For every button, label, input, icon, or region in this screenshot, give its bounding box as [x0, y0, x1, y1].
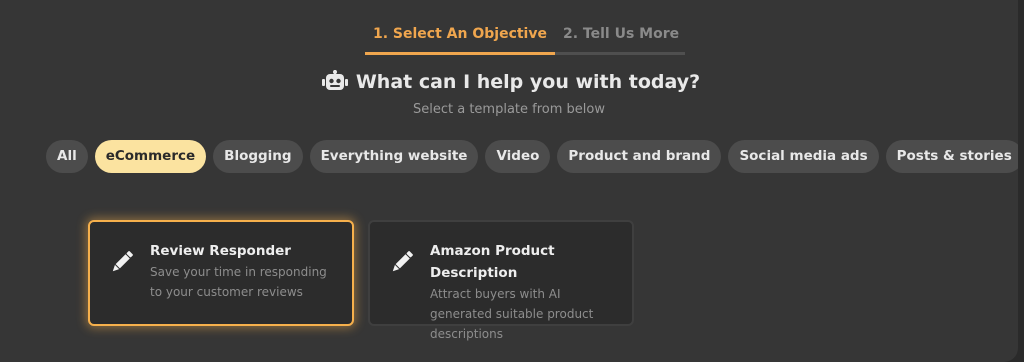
- title-row: What can I help you with today?: [321, 70, 701, 94]
- card-description: Attract buyers with AI generated suitabl…: [430, 287, 594, 341]
- filter-all[interactable]: All: [46, 140, 88, 173]
- card-text: Amazon Product Description Attract buyer…: [430, 240, 618, 344]
- filter-blogging[interactable]: Blogging: [213, 140, 303, 173]
- card-title: Amazon Product Description: [430, 243, 555, 281]
- robot-icon: [321, 70, 348, 94]
- page-heading: What can I help you with today? Select a…: [0, 70, 1018, 117]
- page-title: What can I help you with today?: [355, 71, 701, 93]
- filter-video[interactable]: Video: [485, 140, 551, 173]
- pencil-icon: [388, 248, 416, 276]
- step-select-objective[interactable]: 1. Select An Objective: [365, 22, 555, 55]
- template-card-review-responder[interactable]: Review Responder Save your time in respo…: [88, 220, 354, 326]
- step-tell-us-more[interactable]: 2. Tell Us More: [554, 22, 686, 55]
- filter-everything-website[interactable]: Everything website: [309, 140, 479, 173]
- page-subtitle: Select a template from below: [413, 102, 605, 117]
- filter-posts-and-stories[interactable]: Posts & stories: [885, 140, 1018, 173]
- card-description: Save your time in responding to your cus…: [150, 265, 327, 299]
- filter-ecommerce[interactable]: eCommerce: [94, 140, 207, 173]
- card-text: Review Responder Save your time in respo…: [150, 240, 338, 302]
- category-filters: All eCommerce Blogging Everything websit…: [46, 140, 1018, 173]
- step-tabs: 1. Select An Objective 2. Tell Us More: [365, 22, 686, 55]
- filter-product-and-brand[interactable]: Product and brand: [557, 140, 722, 173]
- card-title: Review Responder: [150, 243, 291, 259]
- template-panel: 1. Select An Objective 2. Tell Us More W…: [0, 0, 1018, 362]
- pencil-icon: [108, 248, 136, 276]
- filter-social-media-ads[interactable]: Social media ads: [728, 140, 879, 173]
- template-card-amazon-product-description[interactable]: Amazon Product Description Attract buyer…: [368, 220, 634, 341]
